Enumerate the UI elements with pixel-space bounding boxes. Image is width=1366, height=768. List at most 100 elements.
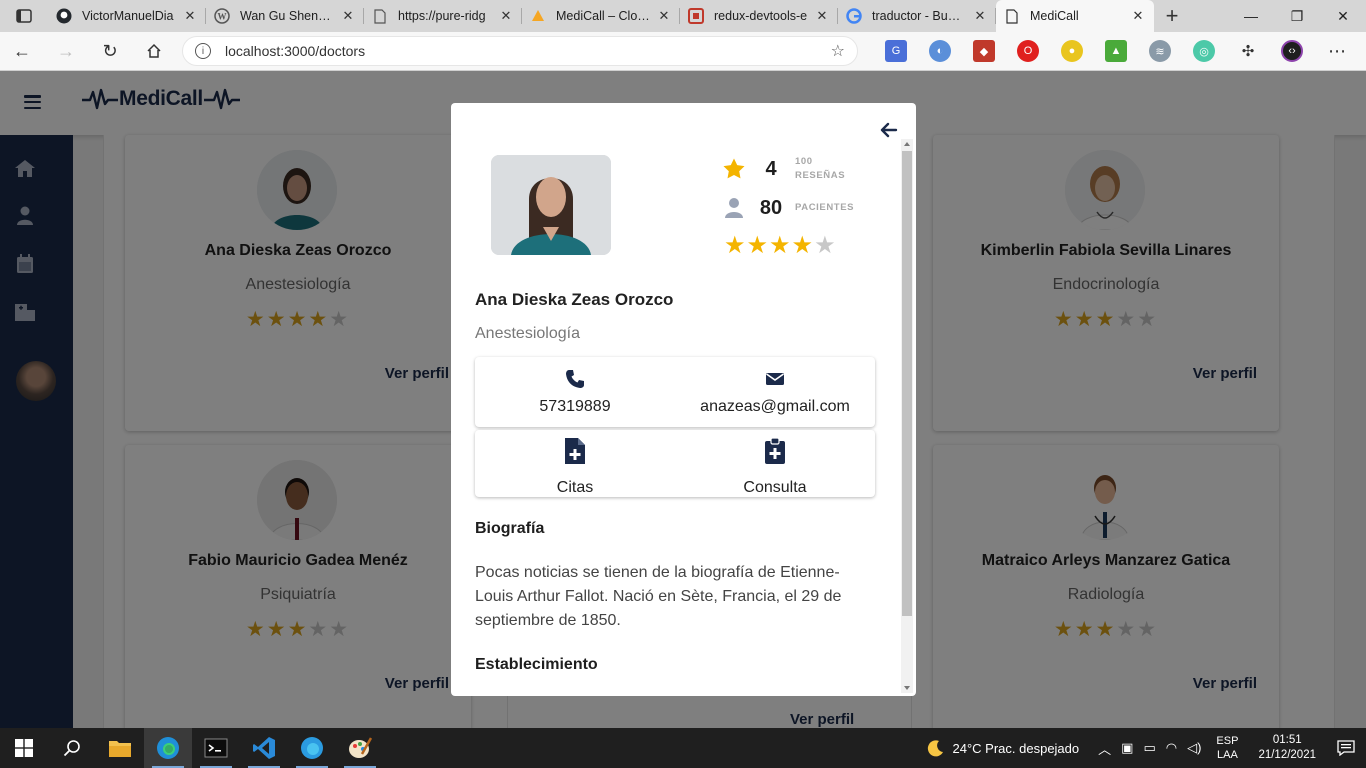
minimize-icon[interactable]: —	[1228, 0, 1274, 32]
file-explorer-button[interactable]	[96, 728, 144, 768]
close-icon[interactable]: ✕	[972, 8, 988, 24]
browser-tab[interactable]: traductor - Busca ✕	[838, 0, 996, 32]
paint-button[interactable]	[336, 728, 384, 768]
star-icon	[721, 157, 747, 181]
translate-extension-icon[interactable]: G	[885, 40, 907, 62]
address-bar[interactable]: i localhost:3000/doctors ☆	[182, 36, 858, 66]
tab-title: VictorManuelDia	[82, 9, 174, 23]
clock[interactable]: 01:51 21/12/2021	[1258, 733, 1316, 763]
citas-button[interactable]: Citas	[475, 435, 675, 497]
cat-extension-icon[interactable]: ≋	[1149, 40, 1171, 62]
restore-icon[interactable]: ❐	[1274, 0, 1320, 32]
patients-count: 80	[759, 196, 783, 219]
terminal-button[interactable]	[192, 728, 240, 768]
close-icon[interactable]: ✕	[656, 8, 672, 24]
tab-title: MediCall – Cloud	[556, 9, 650, 23]
browser-toolbar: ← → ↻ i localhost:3000/doctors ☆ G ◐ ◆ O…	[0, 32, 1366, 71]
browser-tab[interactable]: redux-devtools-e ✕	[680, 0, 838, 32]
add-favorite-icon[interactable]: ☆	[831, 41, 845, 61]
battery-icon[interactable]: ▭	[1143, 740, 1155, 756]
system-tray: 24°C Prac. despejado ︿ ▣ ▭ ◠ ◁) ESP LAA …	[927, 728, 1366, 768]
window-controls: — ❐ ✕	[1228, 0, 1366, 32]
more-options-icon[interactable]: ⋯	[1322, 41, 1352, 62]
vscode-icon	[253, 737, 275, 759]
chevron-up-icon[interactable]: ︿	[1098, 739, 1111, 758]
wifi-icon[interactable]: ◠	[1166, 740, 1177, 756]
browser-tab[interactable]: MediCall – Cloud ✕	[522, 0, 680, 32]
close-icon[interactable]: ✕	[182, 8, 198, 24]
modal-scrollbar[interactable]	[901, 139, 913, 693]
clock-date: 21/12/2021	[1258, 749, 1316, 761]
extension-icon[interactable]: ◐	[929, 40, 951, 62]
file-medical-icon	[475, 435, 675, 467]
moon-icon	[927, 740, 943, 757]
notification-icon	[1337, 740, 1355, 756]
cloud-icon	[530, 8, 546, 24]
language-code: ESP	[1216, 735, 1239, 747]
home-button[interactable]	[132, 32, 176, 71]
language-indicator[interactable]: ESP LAA	[1216, 734, 1238, 762]
redux-extension-icon[interactable]: ◆	[973, 40, 995, 62]
close-icon[interactable]: ✕	[1130, 8, 1146, 24]
search-button[interactable]	[48, 728, 96, 768]
biography-text: Pocas noticias se tienen de la biografía…	[475, 564, 842, 629]
reviews-label: 100 RESEÑAS	[795, 155, 845, 183]
browser-tab-active[interactable]: MediCall ✕	[996, 0, 1154, 32]
browser-tab[interactable]: VictorManuelDia ✕	[48, 0, 206, 32]
arrow-left-icon	[880, 122, 898, 138]
vscode-button[interactable]	[240, 728, 288, 768]
close-window-icon[interactable]: ✕	[1320, 0, 1366, 32]
clipboard-medical-icon	[675, 435, 875, 467]
url-text: localhost:3000/doctors	[225, 43, 366, 59]
github-icon	[56, 8, 72, 24]
tab-title: redux-devtools-e	[714, 9, 808, 23]
new-tab-button[interactable]: +	[1154, 0, 1190, 32]
notifications-button[interactable]	[1326, 740, 1366, 756]
edge-icon	[301, 737, 323, 759]
page-icon	[1004, 8, 1020, 24]
opera-extension-icon[interactable]: O	[1017, 40, 1039, 62]
close-icon[interactable]: ✕	[340, 8, 356, 24]
forward-button[interactable]: →	[44, 32, 88, 71]
edge-beta-button[interactable]	[288, 728, 336, 768]
extension-icon[interactable]: ●	[1061, 40, 1083, 62]
edge-taskbar-button[interactable]	[144, 728, 192, 768]
scrollbar-thumb[interactable]	[902, 151, 912, 616]
wordpress-icon: W	[214, 8, 230, 24]
tab-title: https://pure-ridg	[398, 9, 486, 23]
scroll-up-icon[interactable]	[904, 142, 910, 146]
volume-icon[interactable]: ◁)	[1187, 740, 1201, 756]
tab-title: Wan Gu Shen Wa	[240, 9, 334, 23]
edge-icon	[157, 737, 179, 759]
back-button[interactable]: ←	[0, 32, 44, 71]
close-icon[interactable]: ✕	[814, 8, 830, 24]
extensions-bar: G ◐ ◆ O ● ▲ ≋ ◎ ✣ ‹›	[874, 40, 1314, 62]
keyboard-layout: LAA	[1217, 749, 1238, 761]
extension-icon[interactable]: ▲	[1105, 40, 1127, 62]
phone-contact[interactable]: 57319889	[475, 367, 675, 427]
email-contact[interactable]: anazeas@gmail.com	[675, 367, 875, 427]
patients-label: PACIENTES	[795, 202, 855, 213]
scroll-down-icon[interactable]	[904, 686, 910, 690]
profile-extension-icon[interactable]: ‹›	[1281, 40, 1303, 62]
consulta-button[interactable]: Consulta	[675, 435, 875, 497]
info-icon[interactable]: i	[195, 43, 211, 59]
refresh-button[interactable]: ↻	[88, 32, 132, 71]
extension-icon[interactable]: ◎	[1193, 40, 1215, 62]
close-icon[interactable]: ✕	[498, 8, 514, 24]
tab-actions-icon	[16, 9, 32, 23]
puzzle-extension-icon[interactable]: ✣	[1237, 40, 1259, 62]
phone-number: 57319889	[539, 398, 611, 415]
browser-tab[interactable]: W Wan Gu Shen Wa ✕	[206, 0, 364, 32]
tray-icons: ︿ ▣ ▭ ◠ ◁)	[1093, 739, 1206, 758]
terminal-icon	[204, 738, 228, 758]
browser-tab[interactable]: https://pure-ridg ✕	[364, 0, 522, 32]
weather-widget[interactable]: 24°C Prac. despejado	[927, 739, 1079, 757]
back-arrow-button[interactable]	[880, 121, 898, 139]
arrow-left-icon: ←	[13, 40, 31, 61]
doctor-profile-modal: 4 100 RESEÑAS 80 PACIENTES ★★★★★ Ana Dies…	[451, 103, 916, 696]
start-button[interactable]	[0, 728, 48, 768]
meet-icon[interactable]: ▣	[1121, 740, 1133, 756]
tab-title: MediCall	[1030, 9, 1079, 23]
tab-actions-button[interactable]	[0, 0, 48, 32]
